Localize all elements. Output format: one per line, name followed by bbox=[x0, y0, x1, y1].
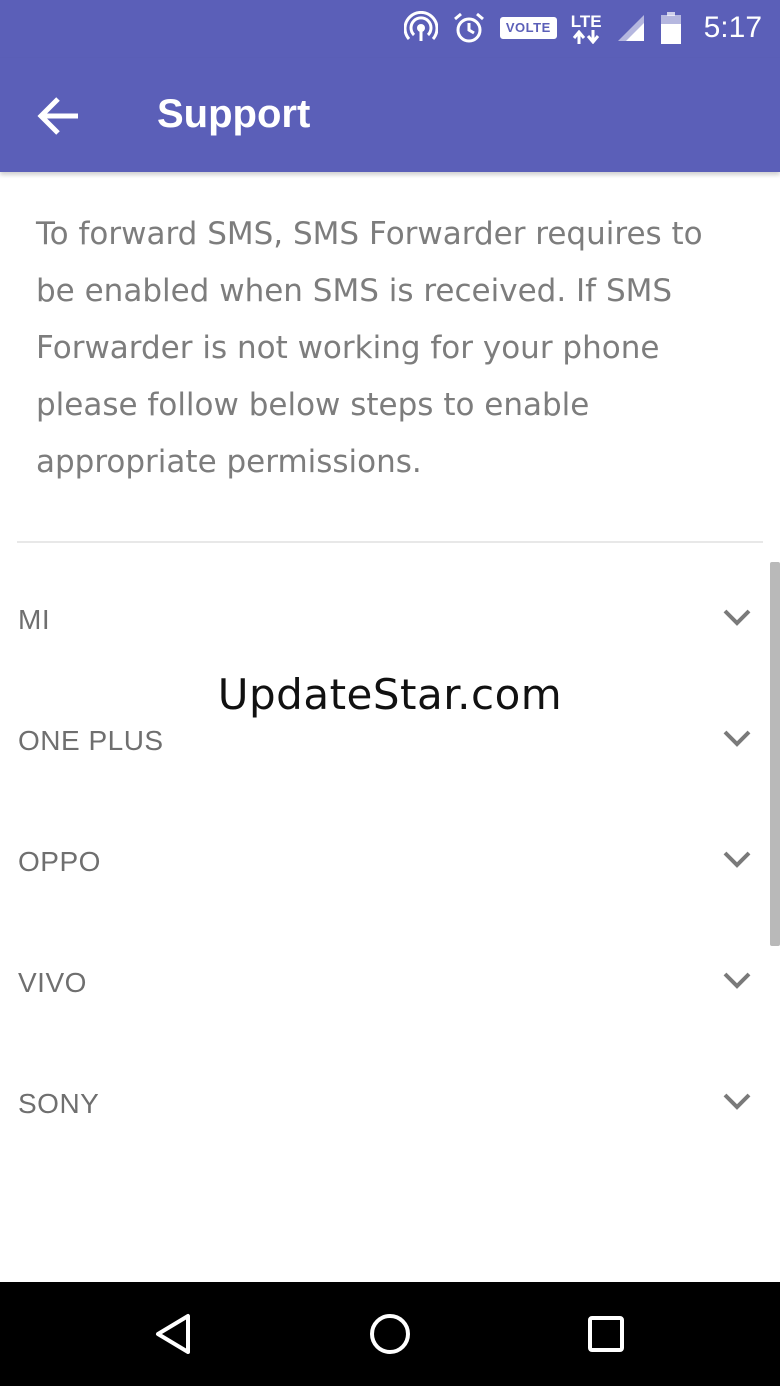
brand-row-sony[interactable]: SONY bbox=[0, 1044, 780, 1165]
brand-row-mi[interactable]: MI bbox=[0, 560, 780, 681]
home-circle-icon[interactable] bbox=[365, 1309, 415, 1359]
navigation-bar bbox=[0, 1282, 780, 1386]
back-button[interactable] bbox=[22, 80, 94, 152]
page-title: Support bbox=[157, 92, 311, 136]
arrow-back-icon bbox=[37, 97, 78, 135]
brand-label: MI bbox=[18, 604, 51, 635]
chevron-down-icon bbox=[723, 1093, 751, 1110]
brand-label: ONE PLUS bbox=[18, 725, 164, 756]
battery-icon bbox=[660, 12, 681, 44]
recents-square-icon[interactable] bbox=[581, 1309, 631, 1359]
signal-icon bbox=[617, 15, 644, 41]
intro-text: To forward SMS, SMS Forwarder requires t… bbox=[36, 216, 703, 480]
brand-label: SONY bbox=[18, 1088, 100, 1119]
chevron-down-icon bbox=[723, 972, 751, 989]
scrollbar[interactable] bbox=[770, 562, 780, 946]
brand-row-oppo[interactable]: OPPO bbox=[0, 802, 780, 923]
watermark: UpdateStar.com bbox=[217, 670, 563, 719]
status-bar: VOLTE LTE 5:17 bbox=[0, 0, 780, 58]
app-bar: Support bbox=[0, 58, 780, 172]
hotspot-icon bbox=[403, 11, 438, 41]
data-arrows-icon bbox=[573, 29, 600, 44]
brand-label: OPPO bbox=[18, 846, 101, 877]
chevron-down-icon bbox=[723, 730, 751, 747]
status-clock: 5:17 bbox=[703, 11, 762, 44]
brand-label: VIVO bbox=[18, 967, 87, 998]
divider bbox=[17, 541, 763, 543]
status-icons: VOLTE LTE 5:17 bbox=[403, 8, 762, 48]
brand-row-vivo[interactable]: VIVO bbox=[0, 923, 780, 1044]
brand-list: MI ONE PLUS OPPO VIVO SONY bbox=[0, 560, 780, 1165]
lte-label: LTE bbox=[570, 11, 602, 31]
chevron-down-icon bbox=[723, 851, 751, 868]
alarm-icon bbox=[453, 12, 484, 43]
chevron-down-icon bbox=[723, 609, 751, 626]
back-triangle-icon[interactable] bbox=[150, 1309, 200, 1359]
volte-badge: VOLTE bbox=[499, 17, 557, 39]
lte-icon: LTE bbox=[571, 13, 602, 44]
